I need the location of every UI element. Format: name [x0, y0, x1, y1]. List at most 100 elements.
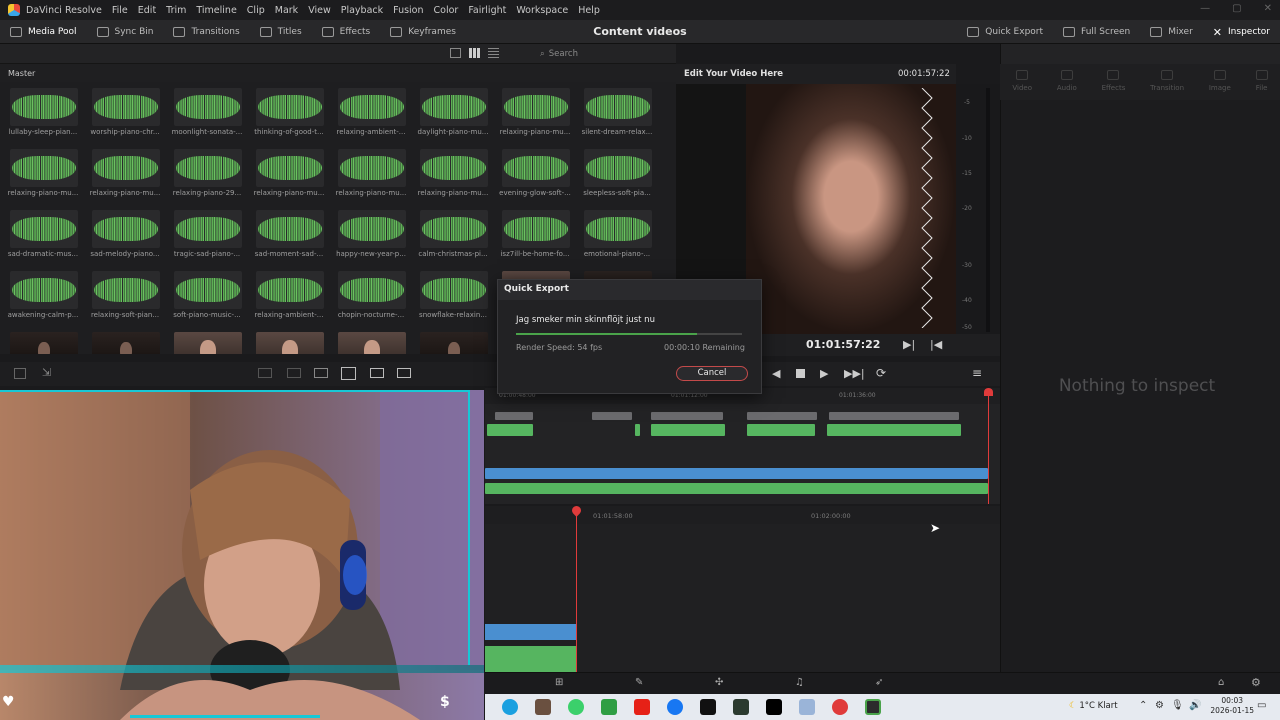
ripple-overwrite-icon[interactable]	[397, 368, 411, 378]
tiktok-icon[interactable]	[700, 699, 716, 715]
media-pool-clip[interactable]: snowflake-relaxin...	[410, 269, 492, 327]
tab-file[interactable]: File	[1255, 64, 1268, 100]
next-clip-icon[interactable]: ▶▶|	[844, 367, 865, 380]
place-on-top-icon[interactable]	[341, 367, 356, 380]
media-pool-clip[interactable]: sleepless-soft-pia...	[574, 147, 656, 205]
media-pool-clip[interactable]	[164, 330, 246, 354]
transitions-button[interactable]: Transitions	[163, 20, 249, 44]
overwrite-clip-icon[interactable]	[287, 368, 301, 378]
media-pool-clip[interactable]: relaxing-piano-mu...	[328, 147, 410, 205]
speaker-icon[interactable]: 🔊	[1189, 700, 1201, 711]
media-pool-clip[interactable]: relaxing-piano-mu...	[82, 147, 164, 205]
metadata-view-icon[interactable]	[450, 48, 461, 58]
menu-fairlight[interactable]: Fairlight	[468, 5, 506, 16]
timeline-clip[interactable]	[635, 424, 640, 436]
media-pool-clip[interactable]: silent-dream-relax...	[574, 86, 656, 144]
insert-clip-icon[interactable]	[258, 368, 272, 378]
media-pool-clip[interactable]: awakening-calm-p...	[0, 269, 82, 327]
menu-view[interactable]: View	[308, 5, 331, 16]
media-pool-clip[interactable]: relaxing-piano-mu...	[246, 147, 328, 205]
menu-timeline[interactable]: Timeline	[196, 5, 236, 16]
system-clock[interactable]: 00:03 2026-01-15	[1210, 696, 1254, 716]
quick-export-button[interactable]: Quick Export	[957, 20, 1053, 44]
media-pool-clip[interactable]	[410, 330, 492, 354]
timeline-clip[interactable]	[651, 424, 725, 436]
menu-clip[interactable]: Clip	[247, 5, 265, 16]
media-pool-search[interactable]: ⌕ Search	[540, 47, 630, 61]
timeline-ruler-lower[interactable]: 01:01:58:00 01:02:00:00	[485, 506, 1000, 524]
fusion-page-icon[interactable]: ✣	[715, 677, 723, 688]
timeline-clip[interactable]	[651, 412, 723, 420]
microphone-icon[interactable]: 🎙	[1171, 700, 1184, 711]
keyframes-button[interactable]: Keyframes	[380, 20, 466, 44]
media-pool-clip[interactable]: daylight-piano-mu...	[410, 86, 492, 144]
full-screen-button[interactable]: Full Screen	[1053, 20, 1140, 44]
mixer-button[interactable]: Mixer	[1140, 20, 1203, 44]
timeline-audio-clip[interactable]	[485, 646, 576, 672]
menu-file[interactable]: File	[112, 5, 128, 16]
skip-forward-icon[interactable]: ▶|	[903, 338, 915, 351]
media-pool-clip[interactable]: relaxing-ambient-...	[246, 269, 328, 327]
taskbar-app-icon[interactable]	[568, 699, 584, 715]
tray-chevron-icon[interactable]: ⌃	[1139, 700, 1147, 711]
menu-mark[interactable]: Mark	[275, 5, 298, 16]
menu-edit[interactable]: Edit	[138, 5, 156, 16]
loop-icon[interactable]: ⟳	[876, 366, 886, 380]
play-icon[interactable]: ▶	[820, 367, 828, 380]
media-pool-clip[interactable]: evening-glow-soft-...	[492, 147, 574, 205]
video-track-strip[interactable]	[485, 468, 988, 479]
media-pool-breadcrumb[interactable]: Master	[0, 64, 676, 82]
weather-widget[interactable]: ☾ 1°C Klart	[1069, 701, 1118, 711]
taskbar-app-icon[interactable]	[601, 699, 617, 715]
close-icon[interactable]: ✕	[1264, 3, 1272, 14]
menu-playback[interactable]: Playback	[341, 5, 383, 16]
media-pool-button[interactable]: Media Pool	[0, 20, 87, 44]
menu-workspace[interactable]: Workspace	[516, 5, 568, 16]
timeline-playhead[interactable]	[576, 510, 577, 672]
timeline-detail-tracks[interactable]	[485, 504, 1000, 672]
media-pool-clip[interactable]: relaxing-ambient-...	[328, 86, 410, 144]
taskbar-app-icon[interactable]	[832, 699, 848, 715]
facebook-icon[interactable]	[667, 699, 683, 715]
skip-back-icon[interactable]: |◀	[930, 338, 942, 351]
list-view-icon[interactable]	[488, 48, 499, 58]
timeline-clip[interactable]	[592, 412, 632, 420]
overview-playhead-handle[interactable]	[984, 388, 993, 396]
settings-icon[interactable]: ⚙	[1251, 676, 1261, 689]
viewer-title[interactable]: Edit Your Video Here	[684, 69, 783, 79]
timeline-video-clip[interactable]	[485, 624, 576, 640]
media-pool-clip[interactable]: moonlight-sonata-...	[164, 86, 246, 144]
menu-color[interactable]: Color	[434, 5, 459, 16]
media-pool-clip[interactable]: calm-christmas-pi...	[410, 208, 492, 266]
davinci-taskbar-icon[interactable]	[865, 699, 881, 715]
media-pool-clip[interactable]: happy-new-year-p...	[328, 208, 410, 266]
menu-trim[interactable]: Trim	[166, 5, 186, 16]
media-pool-clip[interactable]: chopin-nocturne-...	[328, 269, 410, 327]
tray-icon[interactable]: ⚙	[1155, 700, 1164, 711]
media-pool-clip[interactable]: isz7ill-be-home-fo...	[492, 208, 574, 266]
youtube-icon[interactable]	[634, 699, 650, 715]
tab-effects[interactable]: Effects	[1102, 64, 1125, 100]
inspector-button[interactable]: ✕ Inspector	[1203, 20, 1280, 44]
reverse-icon[interactable]: ◀	[772, 367, 780, 380]
options-menu-icon[interactable]: ≡	[972, 366, 982, 380]
media-pool-clip[interactable]: emotional-piano-...	[574, 208, 656, 266]
media-pool-clip[interactable]: tragic-sad-piano-...	[164, 208, 246, 266]
media-pool-clip[interactable]: relaxing-soft-pian...	[82, 269, 164, 327]
sync-bin-button[interactable]: Sync Bin	[87, 20, 164, 44]
tab-audio[interactable]: Audio	[1057, 64, 1077, 100]
audio-track-strip[interactable]	[485, 483, 988, 494]
media-pool-clip[interactable]: sad-moment-sad-...	[246, 208, 328, 266]
x-icon[interactable]	[766, 699, 782, 715]
media-pool-clip[interactable]: relaxing-piano-29...	[164, 147, 246, 205]
minimize-icon[interactable]: —	[1200, 3, 1210, 14]
tab-video[interactable]: Video	[1012, 64, 1032, 100]
media-pool-clip[interactable]: thinking-of-good-t...	[246, 86, 328, 144]
media-pool-clip[interactable]: worship-piano-chr...	[82, 86, 164, 144]
media-pool-clip[interactable]: soft-piano-music-...	[164, 269, 246, 327]
notification-icon[interactable]: ▭	[1257, 700, 1266, 711]
append-icon[interactable]	[370, 368, 384, 378]
edit-page-icon[interactable]: ✎	[635, 677, 643, 688]
menu-fusion[interactable]: Fusion	[393, 5, 423, 16]
media-pool-clip[interactable]: lullaby-sleep-pian...	[0, 86, 82, 144]
